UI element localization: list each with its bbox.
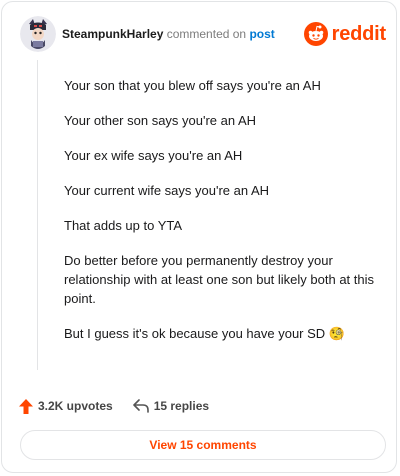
comment-paragraph: That adds up to YTA: [64, 218, 183, 233]
reply-arrow-icon: [132, 399, 149, 413]
comment-paragraph: Do better before you permanently destroy…: [64, 253, 375, 306]
thread-line: [37, 60, 38, 370]
upvote-arrow-icon: [19, 398, 33, 414]
view-comments-button[interactable]: View 15 comments: [20, 430, 386, 460]
comment-meta: SteampunkHarley commented on post: [62, 27, 275, 41]
reddit-brand[interactable]: reddit: [303, 21, 387, 47]
upvote-button[interactable]: 3.2K upvotes: [19, 398, 113, 414]
comment-paragraph: Your ex wife says you're an AH: [64, 148, 243, 163]
comment-paragraph: But I guess it's ok because you have you…: [64, 326, 345, 341]
comment-paragraph: Your current wife says you're an AH: [64, 183, 270, 198]
comment-footer: 3.2K upvotes 15 replies: [19, 396, 229, 416]
comment-card: SteampunkHarley commented on post reddit…: [1, 1, 397, 473]
replies-button[interactable]: 15 replies: [132, 399, 210, 413]
comment-paragraph: Your son that you blew off says you're a…: [64, 78, 321, 93]
reply-count: 15 replies: [153, 399, 210, 413]
comment-paragraph: Your other son says you're an AH: [64, 113, 257, 128]
username-link[interactable]: SteampunkHarley: [62, 27, 163, 41]
reddit-logo-icon: [303, 22, 328, 46]
reddit-wordmark: reddit: [331, 22, 387, 45]
post-link[interactable]: post: [249, 27, 274, 41]
upvote-count: 3.2K upvotes: [38, 399, 113, 413]
comment-body: Your son that you blew off says you're a…: [64, 76, 380, 359]
avatar[interactable]: [20, 16, 56, 52]
comment-header: SteampunkHarley commented on post reddit: [20, 16, 386, 52]
action-text: commented on: [166, 27, 247, 41]
